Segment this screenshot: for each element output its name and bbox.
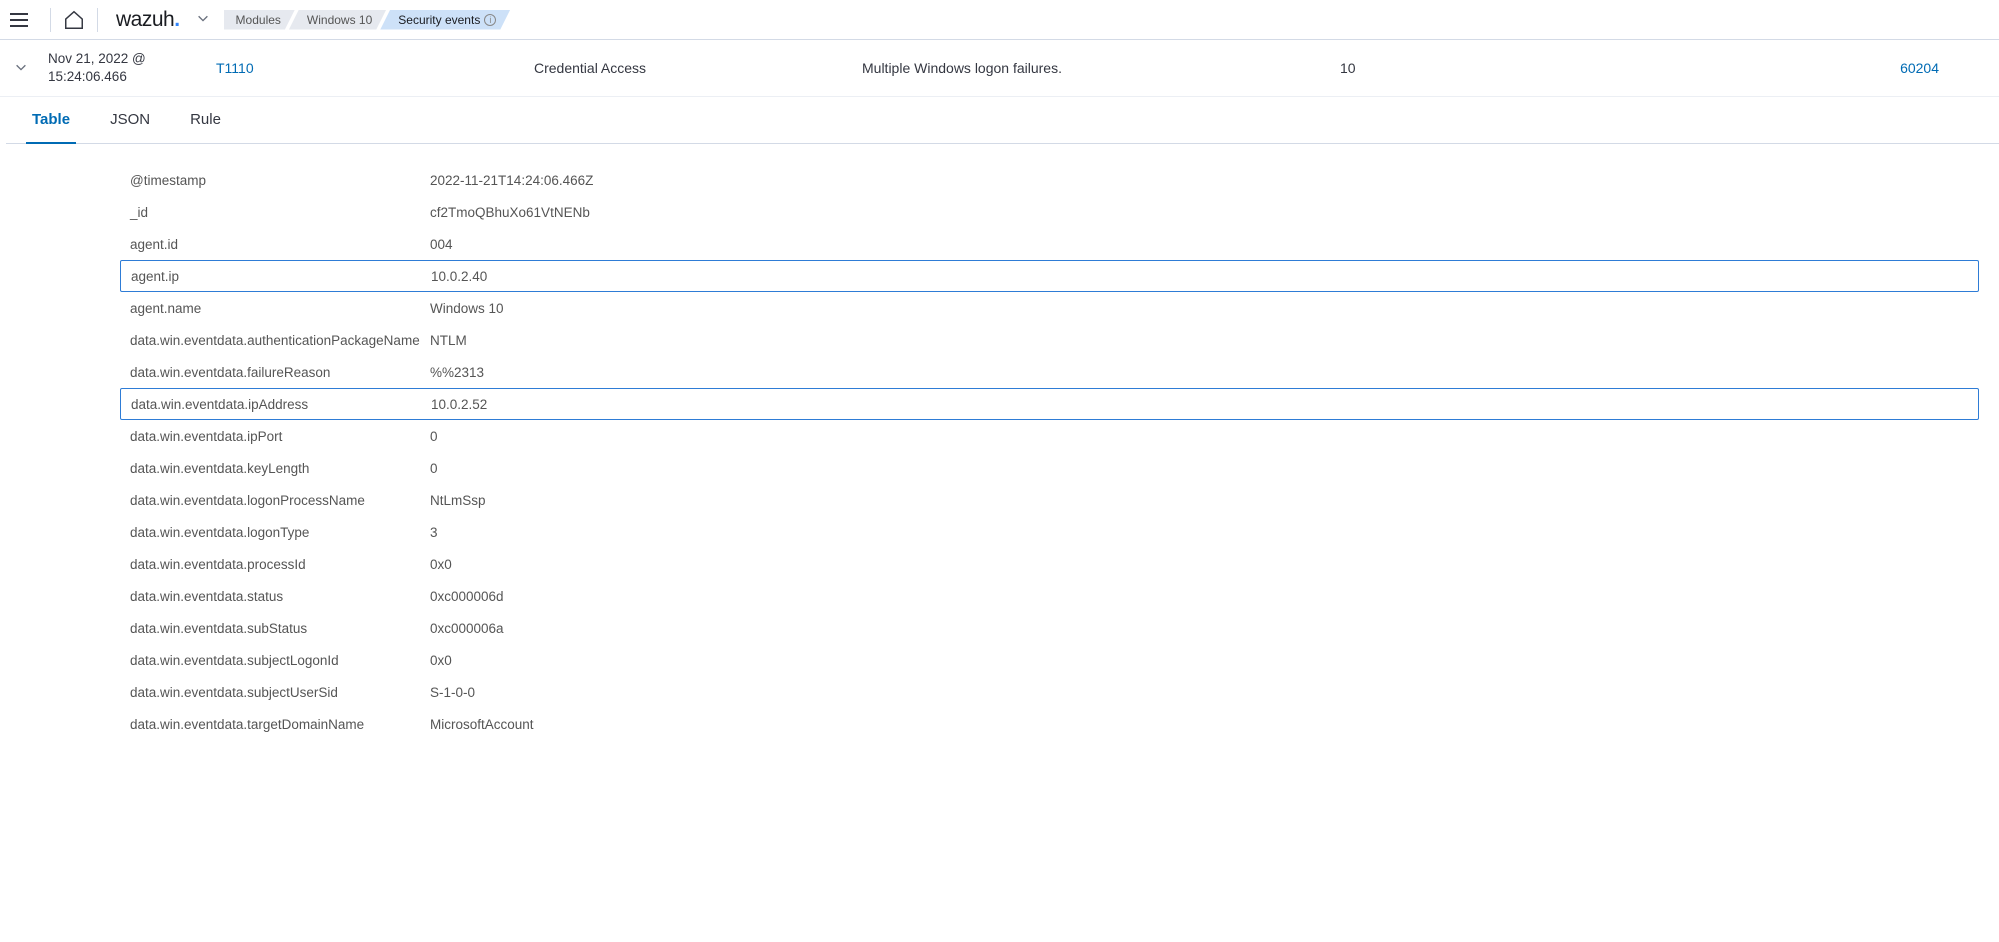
detail-value: 0xc000006d [430, 589, 504, 604]
detail-value: %%2313 [430, 365, 484, 380]
event-rule-id-link[interactable]: 60204 [1458, 60, 1979, 76]
menu-toggle-button[interactable] [10, 9, 32, 31]
event-technique-link[interactable]: T1110 [216, 60, 526, 76]
detail-key: @timestamp [130, 173, 430, 188]
topbar: wazuh. ModulesWindows 10Security eventsi [0, 0, 1999, 40]
detail-row: data.win.eventdata.processId0x0 [120, 548, 1979, 580]
expand-toggle[interactable] [14, 60, 30, 77]
home-icon[interactable] [63, 9, 85, 31]
detail-row: _idcf2TmoQBhuXo61VtNENb [120, 196, 1979, 228]
chevron-down-icon[interactable] [196, 11, 210, 28]
logo-dot: . [174, 8, 179, 31]
detail-value: 3 [430, 525, 438, 540]
event-timestamp: Nov 21, 2022 @ 15:24:06.466 [48, 50, 208, 86]
detail-key: data.win.eventdata.ipAddress [131, 397, 431, 412]
detail-key: data.win.eventdata.subjectLogonId [130, 653, 430, 668]
detail-value: 2022-11-21T14:24:06.466Z [430, 173, 593, 188]
detail-key: data.win.eventdata.targetDomainName [130, 717, 430, 732]
detail-key: data.win.eventdata.logonProcessName [130, 493, 430, 508]
breadcrumb-item[interactable]: Windows 10 [289, 10, 386, 30]
detail-value: 0 [430, 429, 438, 444]
detail-row: data.win.eventdata.ipPort0 [120, 420, 1979, 452]
event-row: Nov 21, 2022 @ 15:24:06.466 T1110 Creden… [0, 40, 1999, 97]
tab-json[interactable]: JSON [104, 97, 156, 144]
detail-row: @timestamp2022-11-21T14:24:06.466Z [120, 164, 1979, 196]
detail-row: data.win.eventdata.logonProcessNameNtLmS… [120, 484, 1979, 516]
detail-row: data.win.eventdata.subjectUserSidS-1-0-0 [120, 676, 1979, 708]
breadcrumb-item[interactable]: Modules [224, 10, 295, 30]
detail-value: S-1-0-0 [430, 685, 475, 700]
detail-value: 0x0 [430, 653, 452, 668]
info-icon[interactable]: i [484, 14, 496, 26]
detail-row: agent.id004 [120, 228, 1979, 260]
detail-row: data.win.eventdata.targetDomainNameMicro… [120, 708, 1979, 740]
detail-tabs: Table JSON Rule [6, 97, 1999, 144]
logo-text: wazuh [116, 8, 174, 31]
event-description: Multiple Windows logon failures. [862, 60, 1332, 76]
detail-key: agent.id [130, 237, 430, 252]
detail-value: 0x0 [430, 557, 452, 572]
detail-value: 0xc000006a [430, 621, 504, 636]
event-tactic: Credential Access [534, 60, 854, 76]
event-count: 10 [1340, 60, 1450, 76]
detail-table: @timestamp2022-11-21T14:24:06.466Z_idcf2… [0, 144, 1999, 760]
detail-row: data.win.eventdata.logonType3 [120, 516, 1979, 548]
detail-value: MicrosoftAccount [430, 717, 534, 732]
detail-key: data.win.eventdata.keyLength [130, 461, 430, 476]
app-logo[interactable]: wazuh. [116, 8, 180, 32]
detail-row: agent.nameWindows 10 [120, 292, 1979, 324]
detail-row: data.win.eventdata.failureReason%%2313 [120, 356, 1979, 388]
detail-key: data.win.eventdata.ipPort [130, 429, 430, 444]
vertical-divider [50, 8, 51, 32]
timestamp-line1: Nov 21, 2022 @ [48, 50, 208, 68]
detail-value: NtLmSsp [430, 493, 486, 508]
timestamp-line2: 15:24:06.466 [48, 68, 208, 86]
detail-key: agent.ip [131, 269, 431, 284]
detail-row: data.win.eventdata.keyLength0 [120, 452, 1979, 484]
detail-row: data.win.eventdata.subStatus0xc000006a [120, 612, 1979, 644]
detail-key: data.win.eventdata.subjectUserSid [130, 685, 430, 700]
detail-value: 10.0.2.40 [431, 269, 487, 284]
detail-row: data.win.eventdata.subjectLogonId0x0 [120, 644, 1979, 676]
detail-key: data.win.eventdata.processId [130, 557, 430, 572]
detail-key: data.win.eventdata.logonType [130, 525, 430, 540]
detail-value: NTLM [430, 333, 467, 348]
detail-value: cf2TmoQBhuXo61VtNENb [430, 205, 590, 220]
detail-key: data.win.eventdata.failureReason [130, 365, 430, 380]
detail-key: agent.name [130, 301, 430, 316]
breadcrumb: ModulesWindows 10Security eventsi [224, 10, 511, 30]
breadcrumb-item[interactable]: Security eventsi [380, 10, 510, 30]
detail-key: data.win.eventdata.subStatus [130, 621, 430, 636]
tab-table[interactable]: Table [26, 97, 76, 144]
detail-row: agent.ip10.0.2.40 [120, 260, 1979, 292]
detail-row: data.win.eventdata.authenticationPackage… [120, 324, 1979, 356]
detail-row: data.win.eventdata.ipAddress10.0.2.52 [120, 388, 1979, 420]
detail-value: 0 [430, 461, 438, 476]
detail-value: 004 [430, 237, 453, 252]
detail-key: data.win.eventdata.status [130, 589, 430, 604]
detail-value: Windows 10 [430, 301, 504, 316]
detail-value: 10.0.2.52 [431, 397, 487, 412]
vertical-divider [97, 8, 98, 32]
detail-row: data.win.eventdata.status0xc000006d [120, 580, 1979, 612]
detail-key: _id [130, 205, 430, 220]
detail-key: data.win.eventdata.authenticationPackage… [130, 333, 430, 348]
tab-rule[interactable]: Rule [184, 97, 227, 144]
